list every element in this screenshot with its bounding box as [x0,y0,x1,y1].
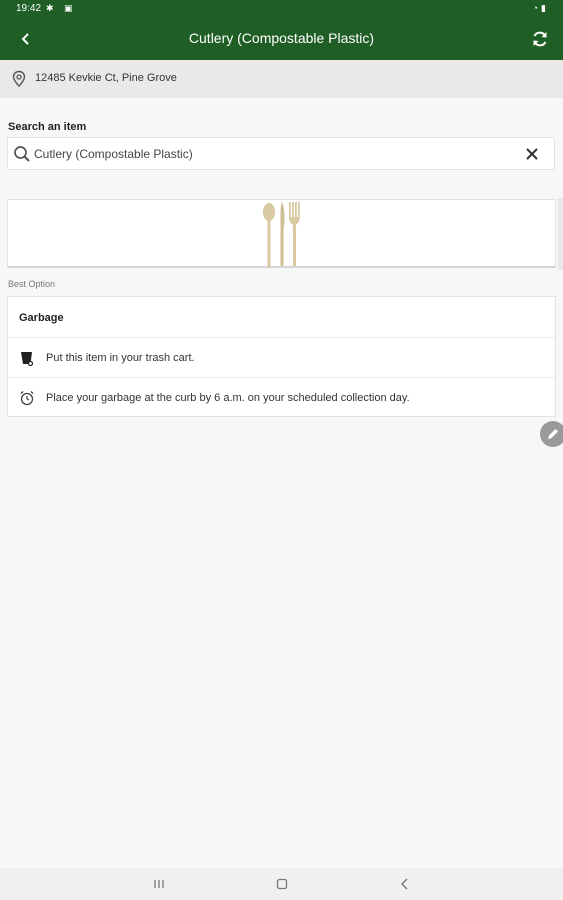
refresh-button[interactable] [529,28,551,50]
divider [8,377,555,378]
recent-apps-button[interactable] [150,876,168,892]
item-image-card [7,199,556,268]
home-icon [276,878,288,890]
search-box[interactable] [7,137,555,170]
address-bar[interactable]: 12485 Kevkie Ct, Pine Grove [0,60,563,98]
search-label: Search an item [8,121,87,133]
clear-search-icon[interactable] [524,146,540,162]
address-text: 12485 Kevkie Ct, Pine Grove [35,72,177,84]
search-input[interactable] [34,144,514,164]
app-bar: 19:42 ✱ ▣ ◔▮ Cutlery (Compostable Plasti… [0,0,563,60]
location-pin-icon [12,70,26,87]
best-option-label: Best Option [8,279,56,289]
edit-button[interactable] [540,421,563,447]
result-row-text: Put this item in your trash cart. [46,352,195,364]
alarm-clock-icon [20,391,34,406]
status-notification-icons: ✱ ▣ [46,3,77,13]
nav-back-icon [401,878,408,890]
system-nav-bar [0,868,563,900]
refresh-icon [533,31,547,47]
divider [8,337,555,338]
search-icon [14,146,30,162]
disposal-result-card: Garbage Put this item in your trash cart… [7,296,556,417]
status-time: 19:42 [16,3,42,14]
result-title: Garbage [19,312,64,324]
result-row-text: Place your garbage at the curb by 6 a.m.… [46,392,410,404]
cutlery-image [263,202,300,267]
home-button[interactable] [273,876,291,892]
pencil-icon [548,429,558,439]
side-scroll-edge [558,198,563,270]
app-screen: 19:42 ✱ ▣ ◔▮ Cutlery (Compostable Plasti… [0,0,563,900]
status-bar: 19:42 ✱ ▣ ◔▮ [0,0,563,18]
nav-back-button[interactable] [396,876,414,892]
page-title: Cutlery (Compostable Plastic) [188,30,375,46]
recent-apps-icon [154,880,164,888]
status-system-icons: ◔▮ [532,3,549,13]
trash-cart-icon [21,352,34,366]
